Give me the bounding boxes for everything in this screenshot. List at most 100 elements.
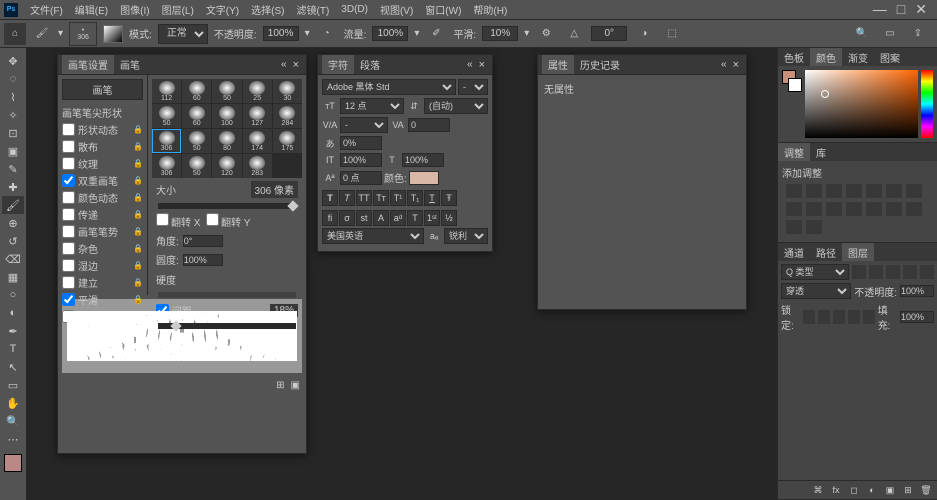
brush-tip-284[interactable]: 284 (273, 104, 302, 128)
brush-tool-icon[interactable]: 🖌 (32, 24, 52, 44)
link-icon[interactable]: ⌘ (811, 483, 825, 497)
adjustment-layer-icon[interactable]: ◐ (865, 483, 879, 497)
brush-option-5[interactable]: 颜色动态🔒 (58, 189, 147, 206)
ot-half[interactable]: ½ (441, 210, 457, 226)
tab-character[interactable]: 字符 (322, 55, 354, 74)
brush-tip-283[interactable]: 283 (243, 154, 272, 178)
fill-input[interactable] (900, 311, 934, 323)
brush-tip-306[interactable]: 306 (152, 129, 181, 153)
menu-window[interactable]: 窗口(W) (419, 0, 467, 19)
menu-help[interactable]: 帮助(H) (467, 0, 513, 19)
tab-libraries[interactable]: 库 (810, 143, 832, 161)
kerning-select[interactable]: - (340, 117, 388, 133)
spacing-slider[interactable] (158, 323, 296, 329)
lasso-tool[interactable]: ⌇ (2, 88, 24, 106)
layer-opacity-input[interactable] (900, 285, 934, 297)
exposure-icon[interactable] (846, 184, 862, 198)
roundness-input[interactable] (183, 254, 223, 266)
type-tool[interactable]: T (2, 340, 24, 358)
edit-toolbar[interactable]: ⋯ (2, 430, 24, 448)
filter-adjust-icon[interactable] (869, 265, 883, 279)
path-tool[interactable]: ↖ (2, 358, 24, 376)
flow-value[interactable]: 100% (372, 26, 408, 41)
leading-select[interactable]: (自动) (424, 98, 488, 114)
toggle-preview-icon[interactable]: ▣ (291, 380, 300, 391)
workspace-icon[interactable]: ▭ (879, 24, 901, 44)
zoom-tool[interactable]: 🔍 (2, 412, 24, 430)
hue-slider[interactable] (921, 70, 933, 138)
font-family-select[interactable]: Adobe 黑体 Std (322, 79, 456, 95)
opacity-value[interactable]: 100% (263, 26, 299, 41)
ot-T[interactable]: T (407, 210, 423, 226)
eyedropper-tool[interactable]: ✎ (2, 160, 24, 178)
tsume-input[interactable] (340, 136, 382, 150)
close-icon[interactable]: × (290, 59, 302, 71)
frame-tool[interactable]: ▣ (2, 142, 24, 160)
tab-gradients[interactable]: 渐变 (842, 48, 874, 66)
symmetry-icon[interactable]: ⬚ (661, 24, 683, 44)
search-icon[interactable]: 🔍 (851, 24, 873, 44)
blend-mode-select[interactable]: 穿透 (781, 283, 851, 299)
menu-file[interactable]: 文件(F) (24, 0, 69, 19)
magic-wand-tool[interactable]: ✧ (2, 106, 24, 124)
brush-option-4[interactable]: 双重画笔🔒 (58, 172, 147, 189)
subscript-button[interactable]: T₁ (407, 190, 423, 206)
brush-option-0[interactable]: 画笔笔尖形状 (58, 104, 147, 121)
brush-tip-60[interactable]: 60 (182, 104, 211, 128)
brush-tip-80[interactable]: 80 (212, 129, 241, 153)
trash-icon[interactable]: 🗑 (919, 483, 933, 497)
vibrance-icon[interactable] (866, 184, 882, 198)
brush-tip-grid[interactable]: 1126050253050601001272843065080174175306… (152, 79, 302, 178)
curves-icon[interactable] (826, 184, 842, 198)
move-tool[interactable]: ✥ (2, 52, 24, 70)
selective-icon[interactable] (806, 220, 822, 234)
strikethrough-button[interactable]: Ŧ (441, 190, 457, 206)
filter-shape-icon[interactable] (903, 265, 917, 279)
menu-filter[interactable]: 滤镜(T) (291, 0, 336, 19)
brush-option-10[interactable]: 建立🔒 (58, 274, 147, 291)
brush-option-8[interactable]: 杂色🔒 (58, 240, 147, 257)
close-icon[interactable]: ✕ (915, 1, 927, 18)
bold-button[interactable]: T (322, 190, 338, 206)
chevron-down-icon[interactable]: ▾ (305, 28, 310, 39)
tab-swatches[interactable]: 色板 (778, 48, 810, 66)
ot-1st[interactable]: 1ˢᵗ (424, 210, 440, 226)
tab-color[interactable]: 颜色 (810, 48, 842, 66)
layer-filter-select[interactable]: Q 类型 (781, 264, 849, 280)
lock-trans-icon[interactable] (803, 310, 815, 324)
brush-tip-30[interactable]: 30 (273, 79, 302, 103)
threshold-icon[interactable] (906, 202, 922, 216)
fg-bg-swatches[interactable] (782, 70, 802, 138)
gradientmap-icon[interactable] (786, 220, 802, 234)
filter-type-icon[interactable] (886, 265, 900, 279)
brush-tool[interactable]: 🖌 (2, 196, 24, 214)
brush-option-11[interactable]: 平滑🔒 (58, 291, 147, 308)
menu-view[interactable]: 视图(V) (374, 0, 419, 19)
close-icon[interactable]: × (476, 59, 488, 71)
healing-tool[interactable]: ✚ (2, 178, 24, 196)
shape-tool[interactable]: ▭ (2, 376, 24, 394)
group-icon[interactable]: ▣ (883, 483, 897, 497)
angle-input[interactable] (183, 235, 223, 247)
lock-pos-icon[interactable] (833, 310, 845, 324)
colorlookup-icon[interactable] (846, 202, 862, 216)
brush-preset-button[interactable]: 画笔 (62, 79, 143, 100)
tab-layers[interactable]: 图层 (842, 243, 874, 261)
color-field[interactable] (805, 70, 918, 138)
pressure-opacity-icon[interactable]: ◔ (316, 24, 338, 44)
baseline-input[interactable] (340, 171, 382, 185)
brush-option-1[interactable]: 形状动态🔒 (58, 121, 147, 138)
airbrush-icon[interactable]: ✐ (425, 24, 447, 44)
blend-gradient-icon[interactable] (103, 25, 123, 43)
invert-icon[interactable] (866, 202, 882, 216)
fx-icon[interactable]: fx (829, 483, 843, 497)
smallcaps-button[interactable]: Tᴛ (373, 190, 389, 206)
brush-tip-120[interactable]: 120 (212, 154, 241, 178)
maximize-icon[interactable]: □ (897, 1, 905, 18)
ot-ad[interactable]: aᵈ (390, 210, 406, 226)
hand-tool[interactable]: ✋ (2, 394, 24, 412)
tab-paths[interactable]: 路径 (810, 243, 842, 261)
brush-tip-60[interactable]: 60 (182, 79, 211, 103)
tab-patterns[interactable]: 图案 (874, 48, 906, 66)
brush-tip-25[interactable]: 25 (243, 79, 272, 103)
